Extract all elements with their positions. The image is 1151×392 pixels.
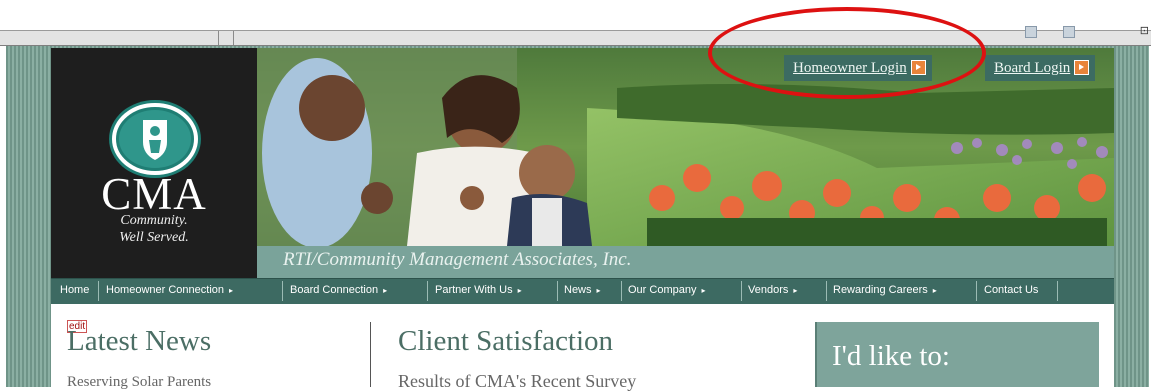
logo-tagline-line2: Well Served. bbox=[119, 230, 189, 245]
dropdown-arrow-icon: ▸ bbox=[793, 286, 798, 295]
arrow-right-icon bbox=[1074, 60, 1090, 76]
nav-item-home[interactable]: Home bbox=[60, 278, 89, 303]
dropdown-arrow-icon: ▸ bbox=[383, 286, 388, 295]
browser-page-icon[interactable]: ⊡ bbox=[1140, 24, 1149, 37]
board-login-button[interactable]: Board Login bbox=[985, 55, 1096, 81]
column-divider bbox=[370, 322, 371, 387]
nav-separator bbox=[1057, 281, 1058, 301]
id-like-to-heading: I'd like to: bbox=[832, 340, 950, 372]
nav-item-label: News bbox=[564, 284, 592, 296]
nav-item-rewarding-careers[interactable]: Rewarding Careers ▸ bbox=[833, 278, 937, 303]
nav-item-label: Rewarding Careers bbox=[833, 284, 928, 296]
nav-item-label: Contact Us bbox=[984, 284, 1039, 296]
dropdown-arrow-icon: ▸ bbox=[517, 286, 522, 295]
board-login-label: Board Login bbox=[994, 60, 1071, 76]
nav-separator bbox=[557, 281, 558, 301]
logo-tagline-line1: Community. bbox=[120, 213, 188, 228]
nav-separator bbox=[976, 281, 977, 301]
dropdown-arrow-icon: ▸ bbox=[229, 286, 234, 295]
nav-item-label: Our Company bbox=[628, 284, 697, 296]
nav-item-label: Partner With Us bbox=[435, 284, 513, 296]
nav-separator bbox=[427, 281, 428, 301]
client-satisfaction-heading: Client Satisfaction bbox=[398, 325, 614, 357]
nav-item-label: Home bbox=[60, 284, 90, 296]
nav-separator bbox=[826, 281, 827, 301]
nav-item-label: Vendors bbox=[748, 284, 789, 296]
latest-news-item[interactable]: Reserving Solar Parents bbox=[67, 374, 211, 391]
latest-news-heading: Latest News bbox=[67, 325, 212, 357]
client-satisfaction-link[interactable]: Results of CMA's Recent Survey bbox=[398, 371, 636, 392]
nav-item-label: Homeowner Connection bbox=[106, 284, 225, 296]
toolbar-separator bbox=[218, 31, 219, 45]
nav-item-label: Board Connection bbox=[290, 284, 379, 296]
nav-separator bbox=[282, 281, 283, 301]
nav-item-homeowner-connection[interactable]: Homeowner Connection ▸ bbox=[106, 278, 233, 303]
logo-tagline: Community. Well Served. bbox=[51, 212, 257, 246]
nav-item-vendors[interactable]: Vendors ▸ bbox=[748, 278, 797, 303]
nav-separator bbox=[621, 281, 622, 301]
dropdown-arrow-icon: ▸ bbox=[932, 286, 937, 295]
nav-item-contact-us[interactable]: Contact Us bbox=[984, 278, 1038, 303]
nav-item-partner-with-us[interactable]: Partner With Us ▸ bbox=[435, 278, 522, 303]
red-highlight-ellipse bbox=[708, 7, 986, 99]
toolbar-separator bbox=[233, 31, 234, 45]
nav-separator bbox=[741, 281, 742, 301]
dropdown-arrow-icon: ▸ bbox=[701, 286, 706, 295]
company-tagline: RTI/Community Management Associates, Inc… bbox=[283, 249, 632, 270]
dropdown-arrow-icon: ▸ bbox=[596, 286, 601, 295]
nav-item-our-company[interactable]: Our Company ▸ bbox=[628, 278, 706, 303]
nav-item-board-connection[interactable]: Board Connection ▸ bbox=[290, 278, 387, 303]
browser-print-icon[interactable] bbox=[1063, 26, 1075, 38]
nav-item-news[interactable]: News ▸ bbox=[564, 278, 601, 303]
nav-separator bbox=[98, 281, 99, 301]
browser-feed-icon[interactable] bbox=[1025, 26, 1037, 38]
